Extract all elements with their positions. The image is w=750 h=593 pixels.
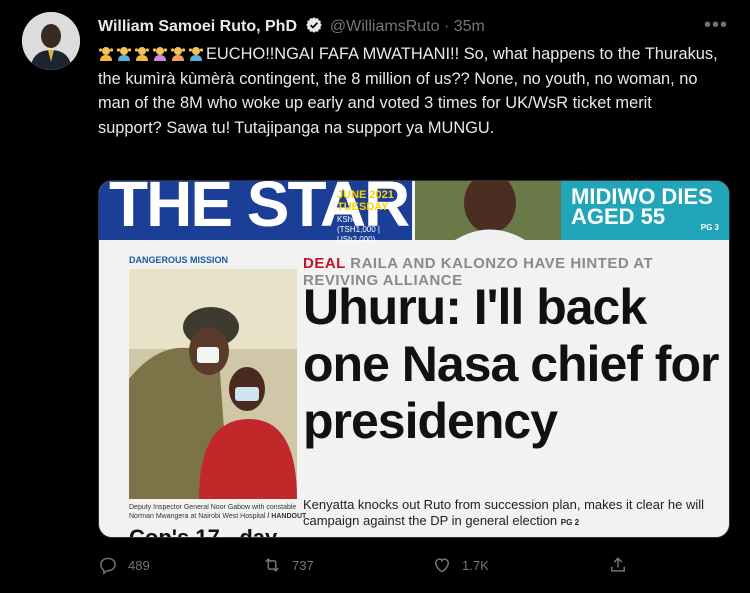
author-handle[interactable]: @WilliamsRuto	[330, 18, 440, 35]
bottom-headline: Cop's 17 - day	[129, 525, 278, 538]
author-name[interactable]: William Samoei Ruto, PhD	[98, 18, 297, 35]
raising-hands-emoji-icon	[152, 47, 168, 61]
share-button[interactable]	[608, 555, 628, 575]
main-headline: Uhuru: I'll back one Nasa chief for pres…	[303, 279, 719, 449]
raising-hands-emoji-icon	[116, 47, 132, 61]
tweet-header: William Samoei Ruto, PhD @WilliamsRuto ·…	[98, 16, 730, 36]
share-icon	[611, 557, 625, 572]
more-icon[interactable]: •••	[704, 14, 728, 37]
tweet-media[interactable]: THE STAR JUNE 2021 TUESDAY KSh60 (TSH1,000…	[98, 180, 730, 538]
masthead-date: JUNE 2021 TUESDAY	[337, 189, 394, 213]
separator: ·	[443, 18, 450, 35]
teal-banner: MIDIWO DIES AGED 55 PG 3	[561, 181, 729, 240]
side-photo	[129, 269, 297, 499]
side-label: DANGEROUS MISSION	[129, 255, 229, 265]
retweet-count: 737	[292, 557, 314, 573]
reply-count: 489	[128, 557, 150, 573]
like-button[interactable]: 1.7K	[432, 555, 489, 575]
reply-icon	[100, 557, 116, 575]
verified-icon	[305, 16, 323, 39]
retweet-icon	[265, 558, 279, 572]
subheadline: Kenyatta knocks out Ruto from succession…	[303, 497, 705, 528]
tweet-text-block: EUCHO!!NGAI FAFA MWATHANI!! So, what hap…	[98, 42, 718, 140]
masthead-price: KSh60 (TSH1,000 | USh2,000)	[337, 215, 380, 244]
raising-hands-emoji-icon	[134, 47, 150, 61]
raising-hands-emoji-icon	[188, 47, 204, 61]
avatar[interactable]	[22, 12, 80, 70]
masthead: THE STAR JUNE 2021 TUESDAY KSh60 (TSH1,000…	[99, 181, 412, 244]
teal-headline: MIDIWO DIES AGED 55	[571, 184, 713, 229]
like-count: 1.7K	[462, 557, 489, 573]
teal-page: PG 3	[700, 223, 719, 232]
photo-caption: Deputy Inspector General Noor Gabow with…	[129, 504, 307, 520]
retweet-button[interactable]: 737	[262, 555, 314, 575]
avatar-image	[22, 12, 80, 70]
like-icon	[434, 558, 450, 573]
emoji-row	[98, 45, 206, 63]
top-photo	[415, 181, 561, 240]
timestamp[interactable]: 35m	[454, 18, 485, 35]
reply-button[interactable]: 489	[98, 555, 150, 575]
action-bar: 489 737 1.7K	[98, 555, 638, 579]
raising-hands-emoji-icon	[170, 47, 186, 61]
raising-hands-emoji-icon	[98, 47, 114, 61]
